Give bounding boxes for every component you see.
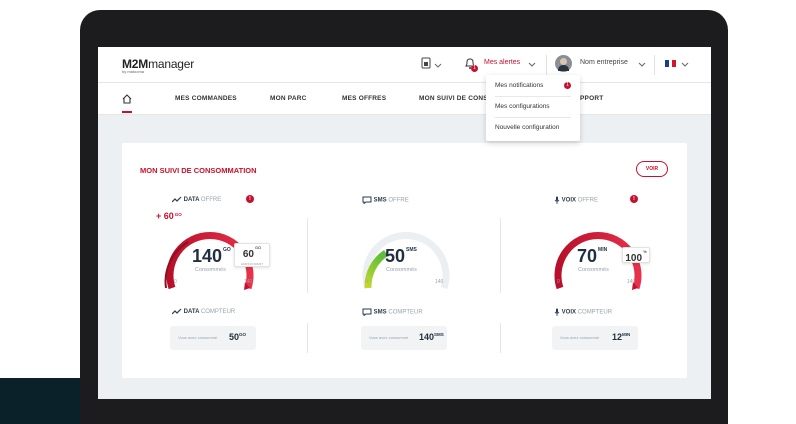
trend-icon: [171, 196, 182, 203]
dropdown-divider: [495, 96, 571, 97]
nav-mon-suivi[interactable]: MON SUIVI DE CONSO: [419, 95, 493, 102]
data-gauge-min: 0: [174, 279, 177, 285]
chevron-down-icon[interactable]: [681, 60, 689, 68]
nav-support[interactable]: PPORT: [580, 95, 603, 102]
microphone-icon: [554, 196, 560, 204]
alerts-dropdown: Mes notifications 1 Mes configurations N…: [486, 75, 580, 141]
sms-counter-label: SMS COMPTEUR: [362, 308, 423, 317]
card-title: MON SUIVI DE CONSOMMATION: [140, 166, 257, 175]
logo-subtitle: by matooma: [122, 69, 145, 74]
dropdown-item-configurations[interactable]: Mes configurations: [495, 103, 550, 110]
sim-card-icon: [421, 57, 431, 69]
message-icon: [362, 196, 372, 205]
trend-icon: [171, 308, 182, 315]
data-overage-box: 60GO HORS FORFAIT: [234, 243, 270, 267]
column-divider: [500, 218, 501, 293]
data-gauge-value: 140GO: [192, 246, 231, 266]
topbar-divider: [546, 55, 547, 75]
sms-consumed-label: Consommés: [386, 267, 417, 273]
voix-alert-icon[interactable]: !: [630, 195, 638, 203]
voir-button[interactable]: VOIR: [636, 161, 668, 177]
chevron-down-icon: [434, 63, 442, 68]
data-alert-icon[interactable]: !: [246, 195, 254, 203]
sms-gauge-value: 50SMS: [385, 246, 417, 266]
chevron-down-icon[interactable]: [528, 60, 536, 68]
dropdown-item-notifications[interactable]: Mes notifications: [495, 82, 543, 89]
company-name[interactable]: Nom entreprise: [580, 59, 628, 66]
nav-mon-parc[interactable]: MON PARC: [270, 95, 307, 102]
main-nav: MES COMMANDES MON PARC MES OFFRES MON SU…: [98, 83, 711, 115]
data-offer-label: DATA OFFRE: [171, 196, 221, 203]
active-tab-indicator: [122, 111, 132, 113]
sms-gauge-max: 140: [435, 279, 444, 285]
voix-counter-box: Vous avez consommé 12MIN: [552, 326, 638, 350]
message-icon: [362, 308, 372, 317]
voix-offer-label: VOIX OFFRE: [554, 196, 598, 204]
counter-text: Vous avez consommé: [178, 335, 218, 340]
sms-offer-label: SMS OFFRE: [362, 196, 409, 205]
alerts-count-badge: 1: [471, 65, 478, 72]
app-screen: M2Mmanager by matooma 1 Mes alertes Nom …: [98, 47, 711, 424]
counter-text: Vous avez consommé: [560, 335, 600, 340]
voix-gauge-value: 70MIN: [577, 246, 608, 266]
dropdown-divider: [495, 117, 571, 118]
voix-counter-label: VOIX COMPTEUR: [554, 308, 612, 316]
data-counter-box: Vous avez consommé 50GO: [170, 326, 256, 350]
avatar[interactable]: [555, 55, 572, 72]
chevron-down-icon[interactable]: [638, 60, 646, 68]
notifications-badge: 1: [564, 82, 571, 89]
data-counter-label: DATA COMPTEUR: [171, 308, 235, 315]
home-icon[interactable]: [122, 94, 132, 104]
data-counter-value: 50GO: [229, 332, 247, 342]
top-bar: M2Mmanager by matooma 1 Mes alertes Nom …: [98, 47, 711, 83]
flag-fr-icon[interactable]: [665, 60, 676, 67]
counter-text: Vous avez consommé: [369, 335, 409, 340]
consumption-card: MON SUIVI DE CONSOMMATION VOIR DATA OFFR…: [122, 143, 687, 378]
data-consumed-label: Consommés: [195, 267, 226, 273]
voix-gauge-max: 140: [627, 279, 636, 285]
sms-counter-value: 140SMS: [419, 332, 444, 342]
dropdown-item-new-configuration[interactable]: Nouvelle configuration: [495, 124, 559, 131]
microphone-icon: [554, 308, 560, 316]
column-divider: [500, 323, 501, 353]
data-gauge-max: 140: [244, 279, 253, 285]
nav-mes-offres[interactable]: MES OFFRES: [342, 95, 386, 102]
sms-counter-box: Vous avez consommé 140SMS: [361, 326, 447, 350]
voix-percent-box: 100%: [622, 247, 650, 264]
voix-gauge-min: 0: [557, 279, 560, 285]
column-divider: [307, 323, 308, 353]
sms-gauge-min: 0: [365, 279, 368, 285]
sim-menu[interactable]: [420, 57, 442, 71]
voix-counter-value: 12MIN: [612, 332, 631, 342]
alerts-label[interactable]: Mes alertes: [484, 59, 520, 66]
column-divider: [307, 218, 308, 293]
topbar-divider: [654, 55, 655, 75]
voix-consumed-label: Consommés: [578, 267, 609, 273]
nav-mes-commandes[interactable]: MES COMMANDES: [175, 95, 237, 102]
laptop-bezel-bottom: [98, 399, 711, 424]
